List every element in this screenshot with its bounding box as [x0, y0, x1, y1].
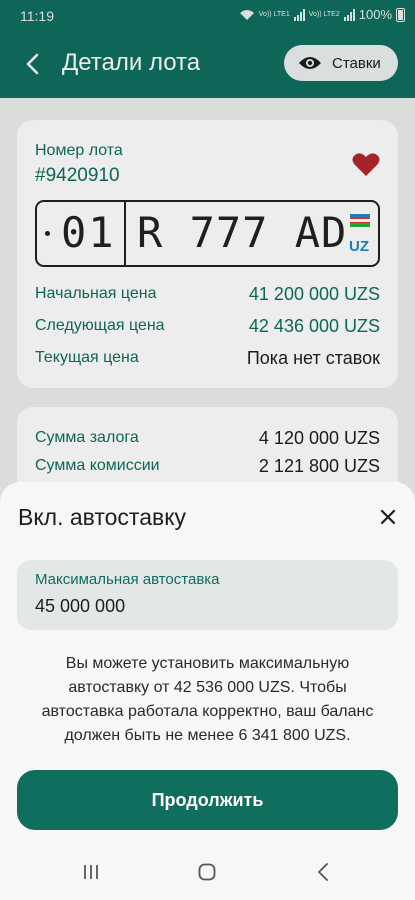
close-icon: [380, 509, 396, 525]
home-icon: [198, 863, 216, 881]
home-button[interactable]: [192, 860, 222, 884]
system-nav-bar: [0, 848, 415, 900]
sheet-title: Вкл. автоставку: [18, 504, 187, 530]
max-autobid-label: Максимальная автоставка: [35, 571, 220, 588]
autobid-info-text: Вы можете установить максимальную автост…: [41, 655, 374, 744]
recents-button[interactable]: [76, 860, 106, 884]
nav-back-icon: [318, 863, 328, 881]
autobid-sheet: Вкл. автоставку Максимальная автоставка …: [0, 482, 415, 848]
nav-back-button[interactable]: [308, 860, 338, 884]
max-autobid-field[interactable]: Максимальная автоставка: [17, 560, 398, 630]
continue-button[interactable]: Продолжить: [17, 770, 398, 830]
close-button[interactable]: [373, 502, 403, 532]
recents-icon: [84, 865, 98, 879]
max-autobid-input[interactable]: [35, 596, 375, 617]
